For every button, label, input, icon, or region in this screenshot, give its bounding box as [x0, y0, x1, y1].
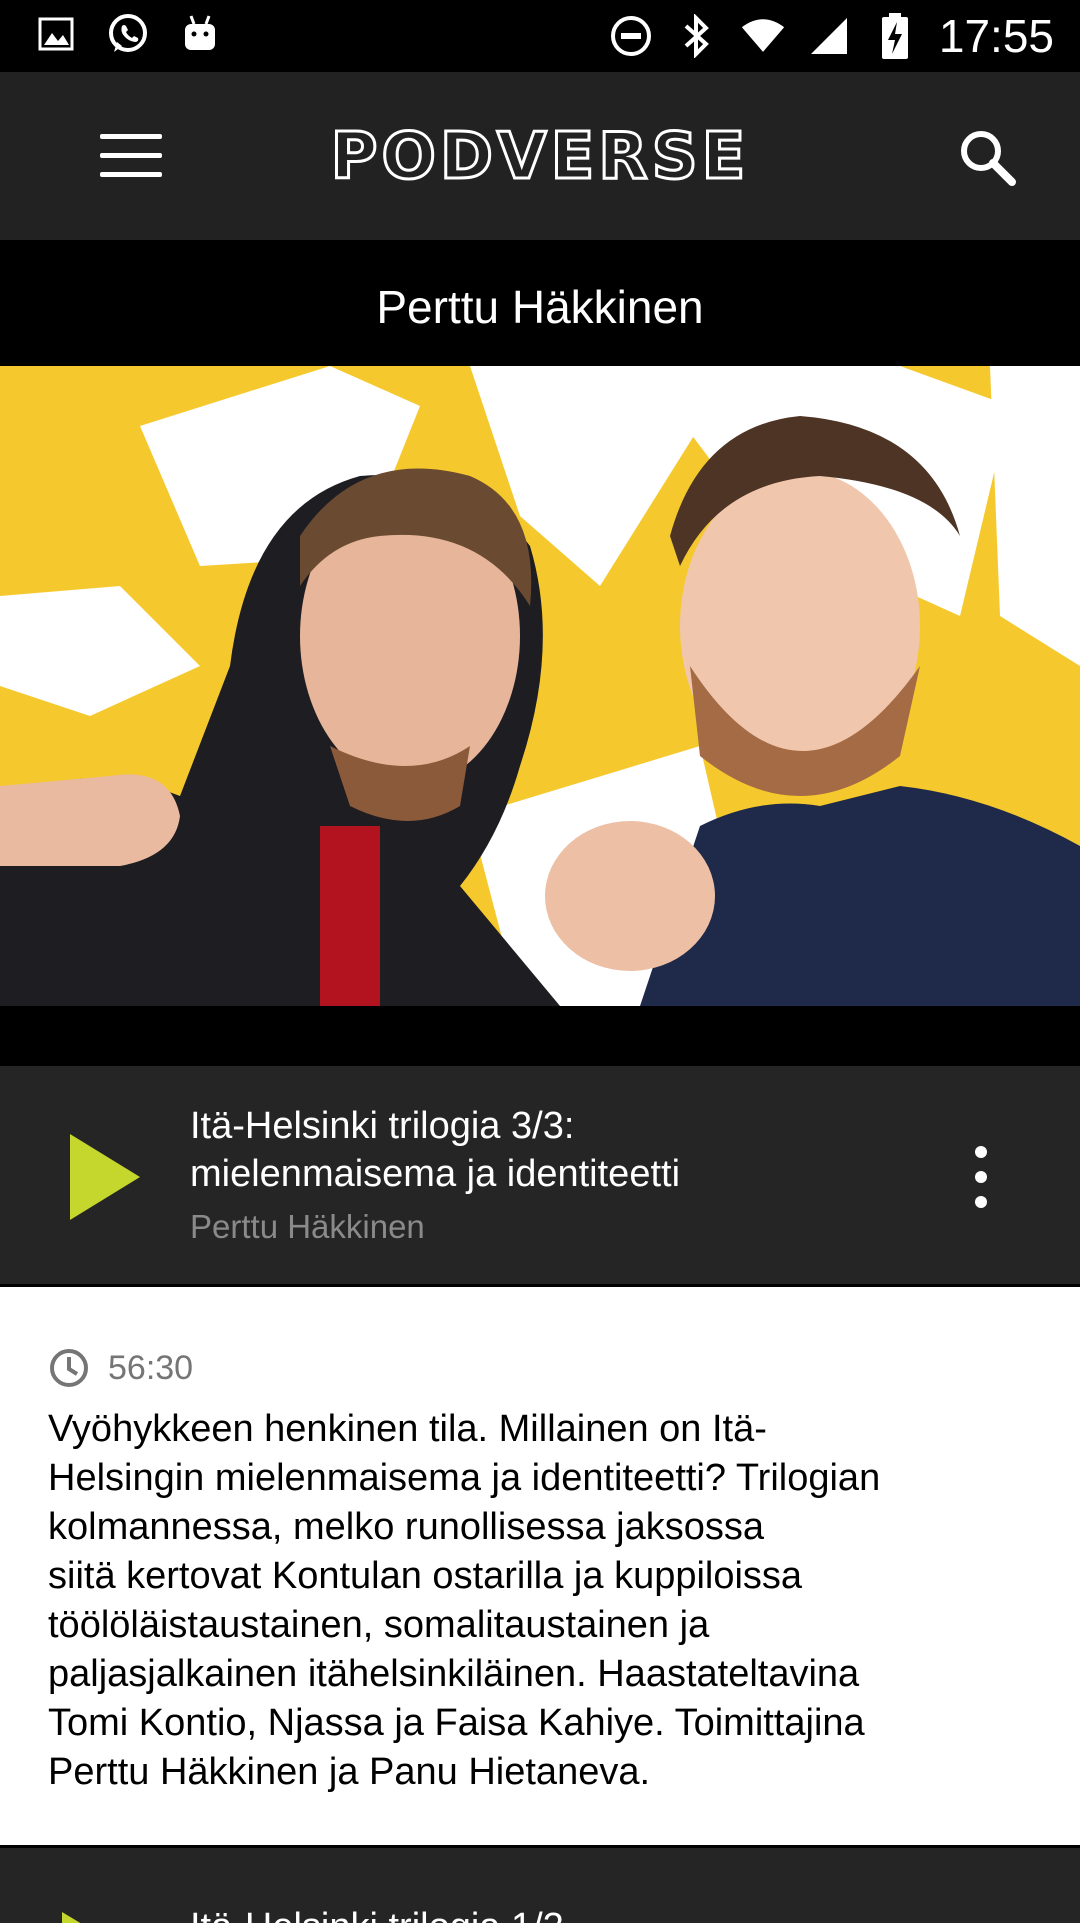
signal-icon — [807, 14, 851, 58]
more-options-icon[interactable] — [966, 1146, 996, 1216]
episode-row-next[interactable]: Itä-Helsinki trilogia 1/3 — [0, 1845, 1080, 1923]
play-icon-next[interactable] — [62, 1912, 102, 1923]
episode-title: Itä-Helsinki trilogia 3/3: mielenmaisema… — [190, 1102, 790, 1198]
bluetooth-icon — [675, 14, 719, 58]
podcast-artwork — [0, 366, 1080, 1066]
battery-charging-icon — [873, 13, 917, 59]
wifi-icon — [741, 14, 785, 58]
episode-author: Perttu Häkkinen — [190, 1208, 425, 1245]
podcast-header: Perttu Häkkinen — [0, 240, 1080, 366]
android-icon — [178, 12, 222, 56]
duration-text: 56:30 — [108, 1348, 194, 1387]
clock-icon — [50, 1349, 88, 1387]
app-logo: PODVERSE — [329, 119, 750, 196]
status-bar: 17:55 — [0, 0, 1080, 72]
artwork-image — [0, 366, 1080, 1066]
clock: 17:55 — [938, 10, 1054, 62]
do-not-disturb-icon — [609, 14, 653, 58]
podcast-title: Perttu Häkkinen — [376, 281, 704, 333]
whatsapp-icon — [106, 12, 150, 56]
episode-title-line2: mielenmaisema ja identiteetti — [190, 1153, 681, 1195]
duration: 56:30 — [48, 1347, 193, 1389]
play-icon[interactable] — [62, 1130, 146, 1224]
app-bar: PODVERSE — [0, 72, 1080, 240]
next-episode-title: Itä-Helsinki trilogia 1/3 — [190, 1906, 564, 1923]
image-icon — [34, 12, 78, 56]
episode-description: Vyöhykkeen henkinen tila. Millainen on I… — [48, 1408, 881, 1793]
episode-details: 56:30 Vyöhykkeen henkinen tila. Millaine… — [0, 1287, 1080, 1845]
episode-title-line1: Itä-Helsinki trilogia 3/3: — [190, 1105, 575, 1147]
search-icon[interactable] — [956, 126, 1020, 190]
episode-row[interactable]: Itä-Helsinki trilogia 3/3: mielenmaisema… — [0, 1066, 1080, 1287]
